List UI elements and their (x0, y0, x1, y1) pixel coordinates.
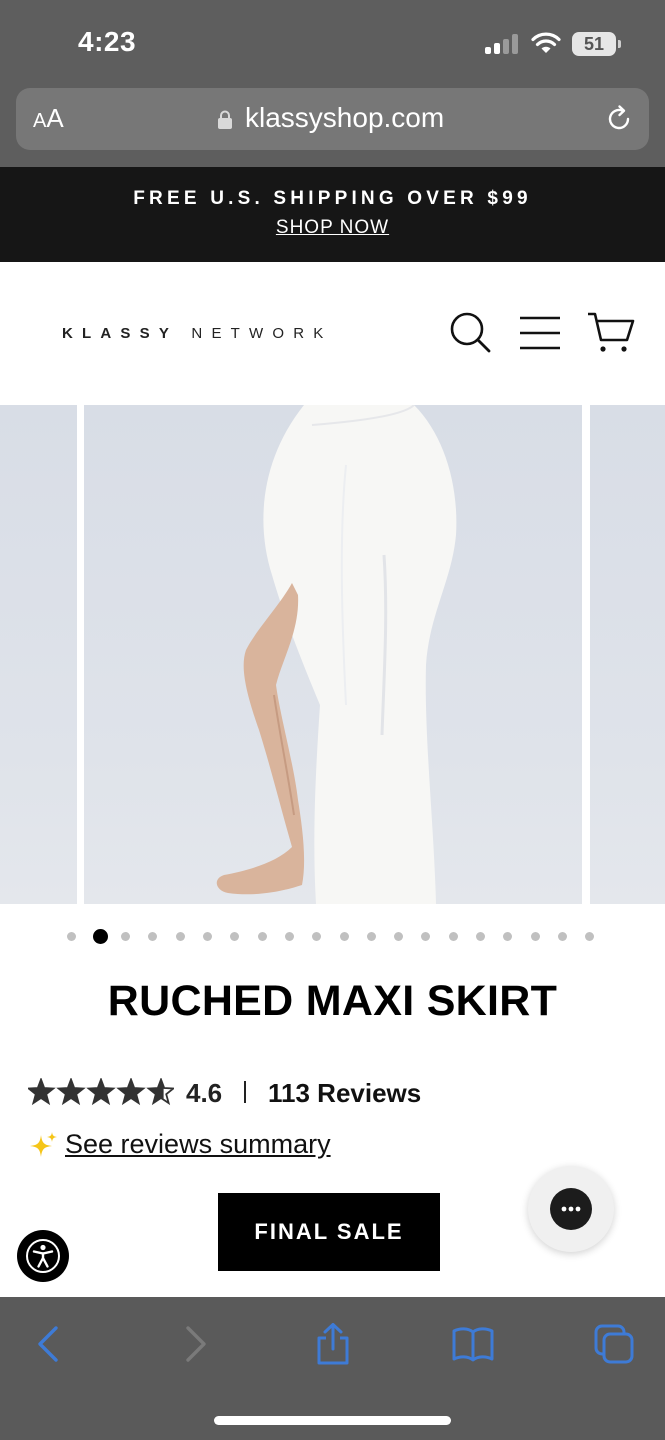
see-reviews-summary-link[interactable]: See reviews summary (65, 1129, 331, 1160)
share-icon[interactable] (311, 1323, 355, 1365)
forward-icon (186, 1326, 206, 1362)
cart-icon[interactable] (586, 310, 636, 354)
announcement-bar: FREE U.S. SHIPPING OVER $99 SHOP NOW (0, 167, 665, 262)
sparkle-icon (30, 1132, 57, 1157)
pagination-dot[interactable] (394, 932, 404, 941)
site-logo[interactable]: KLASSY NETWORK (62, 325, 333, 342)
browser-address-bar: AA klassyshop.com (0, 85, 665, 167)
pagination-dot[interactable] (257, 932, 267, 941)
menu-icon[interactable] (518, 314, 562, 354)
shipping-announcement: FREE U.S. SHIPPING OVER $99 (133, 188, 532, 209)
rating-divider (244, 1081, 246, 1103)
pagination-dot[interactable] (557, 932, 567, 941)
pagination-dot[interactable] (203, 932, 212, 941)
signal-icon (485, 34, 521, 54)
shop-now-link[interactable]: SHOP NOW (0, 217, 665, 239)
product-photo (216, 405, 457, 904)
rating-stars-icon (28, 1078, 174, 1106)
chat-button[interactable] (528, 1166, 614, 1252)
bookmarks-icon[interactable] (451, 1323, 495, 1365)
wifi-icon (531, 32, 561, 53)
logo-word-klassy: KLASSY (62, 325, 179, 342)
rating-star (118, 1079, 144, 1104)
tabs-icon[interactable] (592, 1323, 636, 1365)
browser-toolbar (0, 1297, 665, 1440)
reviews-count-link[interactable]: 113 Reviews (268, 1078, 421, 1109)
status-time: 4:23 (78, 26, 137, 57)
rating-star (28, 1079, 54, 1104)
product-title: RUCHED MAXI SKIRT (107, 977, 558, 1025)
gallery-slide-next[interactable] (590, 405, 665, 904)
reload-icon[interactable] (604, 104, 634, 134)
pagination-dot[interactable] (230, 932, 240, 941)
pagination-dot[interactable] (284, 932, 294, 941)
product-gallery[interactable] (0, 405, 665, 904)
rating-star (58, 1079, 84, 1104)
pagination-dot[interactable] (366, 932, 376, 941)
chat-icon (550, 1188, 592, 1230)
pagination-dot[interactable] (66, 932, 76, 941)
gallery-pagination (0, 926, 665, 946)
accessibility-button[interactable] (17, 1230, 69, 1282)
pagination-dot[interactable] (585, 932, 595, 941)
reader-options-button[interactable]: AA (33, 103, 64, 134)
lock-icon (218, 110, 232, 129)
pagination-dot[interactable] (448, 932, 458, 941)
rating-value: 4.6 (186, 1078, 223, 1108)
pagination-dot[interactable] (503, 932, 513, 941)
home-indicator (214, 1416, 451, 1425)
pagination-dot[interactable] (121, 932, 131, 941)
logo-word-network: NETWORK (191, 325, 333, 342)
pagination-dot[interactable] (421, 932, 431, 941)
rating-star (88, 1079, 114, 1104)
pagination-dot-active[interactable] (92, 929, 108, 944)
status-bar: 4:23 51 (0, 0, 665, 85)
url-text: klassyshop.com (245, 102, 445, 133)
battery-indicator: 51 (572, 32, 621, 56)
final-sale-badge: FINAL SALE (218, 1193, 440, 1271)
accessibility-icon (26, 1239, 60, 1273)
pagination-dot[interactable] (312, 932, 322, 941)
back-icon[interactable] (28, 1323, 72, 1365)
url-field[interactable]: AA klassyshop.com (16, 88, 649, 150)
aa-label-large: A (46, 103, 64, 133)
site-header: KLASSY NETWORK (0, 262, 665, 405)
aa-label-small: A (33, 110, 47, 132)
gallery-slide-current[interactable] (84, 405, 582, 904)
search-icon[interactable] (448, 310, 492, 354)
pagination-dot[interactable] (339, 932, 349, 941)
pagination-dot[interactable] (530, 932, 540, 941)
pagination-dot[interactable] (476, 932, 485, 941)
pagination-dot[interactable] (175, 932, 185, 941)
pagination-dot[interactable] (148, 932, 158, 941)
gallery-slide-previous[interactable] (0, 405, 77, 904)
